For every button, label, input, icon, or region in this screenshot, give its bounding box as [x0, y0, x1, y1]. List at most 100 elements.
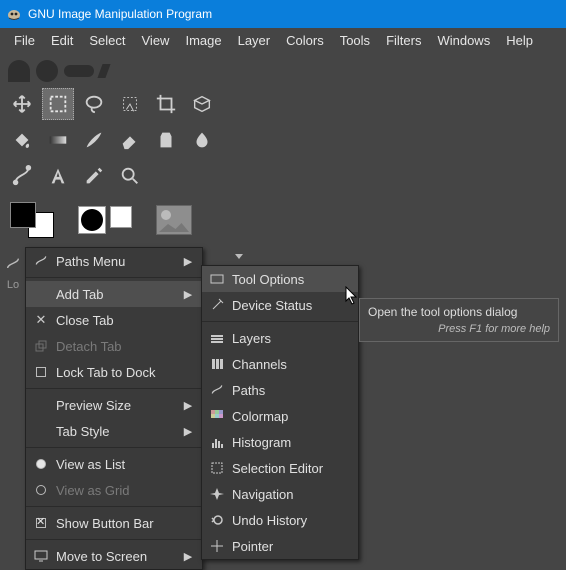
layers-icon [208, 331, 226, 345]
submenu-item-channels[interactable]: Channels [202, 351, 358, 377]
menu-layer[interactable]: Layer [230, 30, 279, 51]
separator [26, 277, 202, 278]
menubar: File Edit Select View Image Layer Colors… [0, 28, 566, 52]
chevron-right-icon: ▶ [182, 425, 194, 438]
chevron-right-icon: ▶ [182, 255, 194, 268]
tool-unified-transform[interactable] [186, 88, 218, 120]
chevron-right-icon: ▶ [182, 550, 194, 563]
title-bar: GNU Image Manipulation Program [0, 0, 566, 28]
menu-item-tab-style[interactable]: Tab Style ▶ [26, 418, 202, 444]
menu-item-add-tab[interactable]: Add Tab ▶ [26, 281, 202, 307]
separator [26, 447, 202, 448]
tooltip: Open the tool options dialog Press F1 fo… [359, 298, 559, 342]
tool-crop[interactable] [150, 88, 182, 120]
separator [26, 539, 202, 540]
checkbox-checked-icon [36, 518, 46, 528]
tool-clone[interactable] [150, 124, 182, 156]
menu-item-paths-menu[interactable]: Paths Menu ▶ [26, 248, 202, 274]
navigation-icon [208, 487, 226, 501]
tool-text[interactable] [42, 160, 74, 192]
fg-color-swatch[interactable] [10, 202, 36, 228]
tool-zoom[interactable] [114, 160, 146, 192]
pointer-icon [208, 539, 226, 553]
fg-bg-color-swatch[interactable] [10, 202, 54, 238]
submenu-item-tool-options[interactable]: Tool Options [202, 266, 358, 292]
submenu-item-selection-editor[interactable]: Selection Editor [202, 455, 358, 481]
submenu-item-paths[interactable]: Paths [202, 377, 358, 403]
tool-color-picker[interactable] [78, 160, 110, 192]
menu-item-view-as-list[interactable]: View as List [26, 451, 202, 477]
tooltip-text: Open the tool options dialog [368, 305, 550, 319]
menu-image[interactable]: Image [177, 30, 229, 51]
submenu-item-pointer[interactable]: Pointer [202, 533, 358, 559]
menu-colors[interactable]: Colors [278, 30, 332, 51]
chevron-right-icon: ▶ [182, 399, 194, 412]
menu-view[interactable]: View [134, 30, 178, 51]
dock-lock-label: Lo [7, 279, 19, 291]
submenu-item-device-status[interactable]: Device Status [202, 292, 358, 318]
tool-fuzzy-select[interactable] [114, 88, 146, 120]
toolbox-header-decoration [6, 58, 560, 84]
toolbox [0, 52, 566, 238]
submenu-item-undo-history[interactable]: Undo History [202, 507, 358, 533]
menu-item-detach-tab: Detach Tab [26, 333, 202, 359]
close-icon: ✕ [32, 312, 50, 328]
checkbox-icon [36, 367, 46, 377]
radio-on-icon [36, 459, 46, 469]
menu-item-move-to-screen[interactable]: Move to Screen ▶ [26, 543, 202, 569]
active-pattern-icon[interactable] [110, 206, 132, 228]
tool-paintbrush[interactable] [78, 124, 110, 156]
menu-filters[interactable]: Filters [378, 30, 429, 51]
detach-icon [32, 340, 50, 352]
tool-rectangle-select[interactable] [42, 88, 74, 120]
menu-file[interactable]: File [6, 30, 43, 51]
tab-context-menu: Paths Menu ▶ Add Tab ▶ ✕ Close Tab Detac… [25, 247, 203, 570]
menu-select[interactable]: Select [81, 30, 133, 51]
submenu-item-navigation[interactable]: Navigation [202, 481, 358, 507]
tool-bucket-fill[interactable] [6, 124, 38, 156]
menu-item-view-as-grid: View as Grid [26, 477, 202, 503]
submenu-item-colormap[interactable]: Colormap [202, 403, 358, 429]
menu-item-lock-tab[interactable]: Lock Tab to Dock [26, 359, 202, 385]
menu-item-preview-size[interactable]: Preview Size ▶ [26, 392, 202, 418]
add-tab-submenu: Tool Options Device Status Layers Channe… [201, 265, 359, 560]
menu-help[interactable]: Help [498, 30, 541, 51]
dock-tab-strip: Lo [0, 251, 26, 291]
menu-item-close-tab[interactable]: ✕ Close Tab [26, 307, 202, 333]
active-brush-icon[interactable] [78, 206, 106, 234]
colormap-icon [208, 409, 226, 423]
tool-gradient[interactable] [42, 124, 74, 156]
tool-move[interactable] [6, 88, 38, 120]
menu-tools[interactable]: Tools [332, 30, 378, 51]
menu-item-show-button-bar[interactable]: Show Button Bar [26, 510, 202, 536]
tool-smudge[interactable] [186, 124, 218, 156]
undo-history-icon [208, 513, 226, 527]
screen-icon [32, 550, 50, 562]
menu-windows[interactable]: Windows [429, 30, 498, 51]
brush-pattern-indicator[interactable] [78, 206, 132, 234]
tool-paths[interactable] [6, 160, 38, 192]
window-title: GNU Image Manipulation Program [28, 7, 212, 21]
device-status-icon [208, 298, 226, 312]
chevron-right-icon: ▶ [182, 288, 194, 301]
channels-icon [208, 357, 226, 371]
separator [26, 388, 202, 389]
tool-free-select[interactable] [78, 88, 110, 120]
histogram-icon [208, 435, 226, 449]
app-logo-icon [6, 6, 22, 22]
separator [202, 321, 358, 322]
selection-editor-icon [208, 461, 226, 475]
radio-off-icon [36, 485, 46, 495]
active-image-thumbnail[interactable] [156, 205, 192, 235]
tool-options-icon [208, 273, 226, 285]
tab-configure-button-icon[interactable] [232, 249, 246, 263]
submenu-item-layers[interactable]: Layers [202, 325, 358, 351]
paths-icon [32, 254, 50, 268]
paths-icon [208, 383, 226, 397]
menu-edit[interactable]: Edit [43, 30, 81, 51]
submenu-item-histogram[interactable]: Histogram [202, 429, 358, 455]
tool-eraser[interactable] [114, 124, 146, 156]
separator [26, 506, 202, 507]
dock-paths-tab-icon[interactable] [2, 253, 24, 275]
tooltip-help-text: Press F1 for more help [368, 323, 550, 335]
